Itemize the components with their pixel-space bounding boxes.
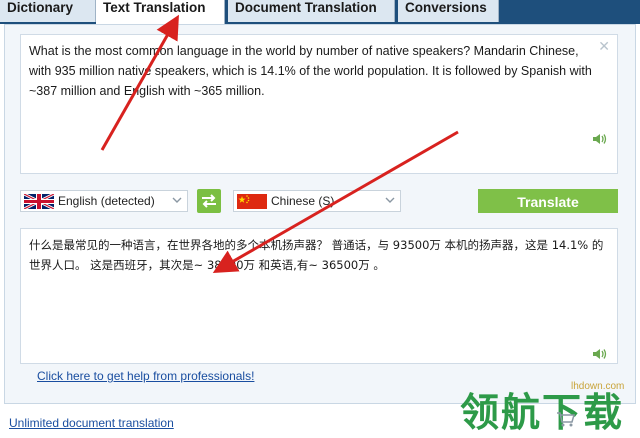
tab-label: Dictionary <box>7 0 74 15</box>
china-flag-icon <box>237 194 267 209</box>
speaker-icon[interactable] <box>593 133 607 145</box>
chevron-down-icon <box>385 197 395 203</box>
result-text-area[interactable]: 什么是最常见的一种语言，在世界各地的多个本机扬声器？ 普通话，与 93500万 … <box>20 228 618 364</box>
result-text: 什么是最常见的一种语言，在世界各地的多个本机扬声器？ 普通话，与 93500万 … <box>29 238 604 272</box>
cart-icon[interactable] <box>556 411 576 427</box>
tab-label: Text Translation <box>103 0 206 15</box>
tab-label: Document Translation <box>235 0 377 15</box>
uk-flag-icon <box>24 194 54 209</box>
help-professionals-link[interactable]: Click here to get help from professional… <box>37 369 254 383</box>
swap-languages-button[interactable] <box>197 189 221 213</box>
tab-document-translation[interactable]: Document Translation <box>228 0 395 22</box>
tab-dictionary[interactable]: Dictionary <box>0 0 96 22</box>
source-language-select[interactable]: English (detected) <box>20 190 188 212</box>
source-text-area[interactable]: What is the most common language in the … <box>20 34 618 174</box>
target-language-label: Chinese (S) <box>271 194 335 208</box>
unlimited-document-translation-link[interactable]: Unlimited document translation <box>9 416 174 430</box>
translate-button[interactable]: Translate <box>478 189 618 213</box>
tab-conversions[interactable]: Conversions <box>398 0 499 22</box>
swap-icon <box>202 194 216 208</box>
target-language-select[interactable]: Chinese (S) <box>233 190 401 212</box>
source-text: What is the most common language in the … <box>29 44 592 98</box>
tab-text-translation[interactable]: Text Translation <box>96 0 225 24</box>
source-language-label: English (detected) <box>58 194 155 208</box>
clear-icon[interactable]: ✕ <box>598 36 610 56</box>
tab-bar: Dictionary Text Translation Document Tra… <box>0 0 640 24</box>
chevron-down-icon <box>172 197 182 203</box>
tab-label: Conversions <box>405 0 487 15</box>
speaker-icon[interactable] <box>593 348 607 360</box>
watermark-site: lhdown.com <box>571 381 625 392</box>
